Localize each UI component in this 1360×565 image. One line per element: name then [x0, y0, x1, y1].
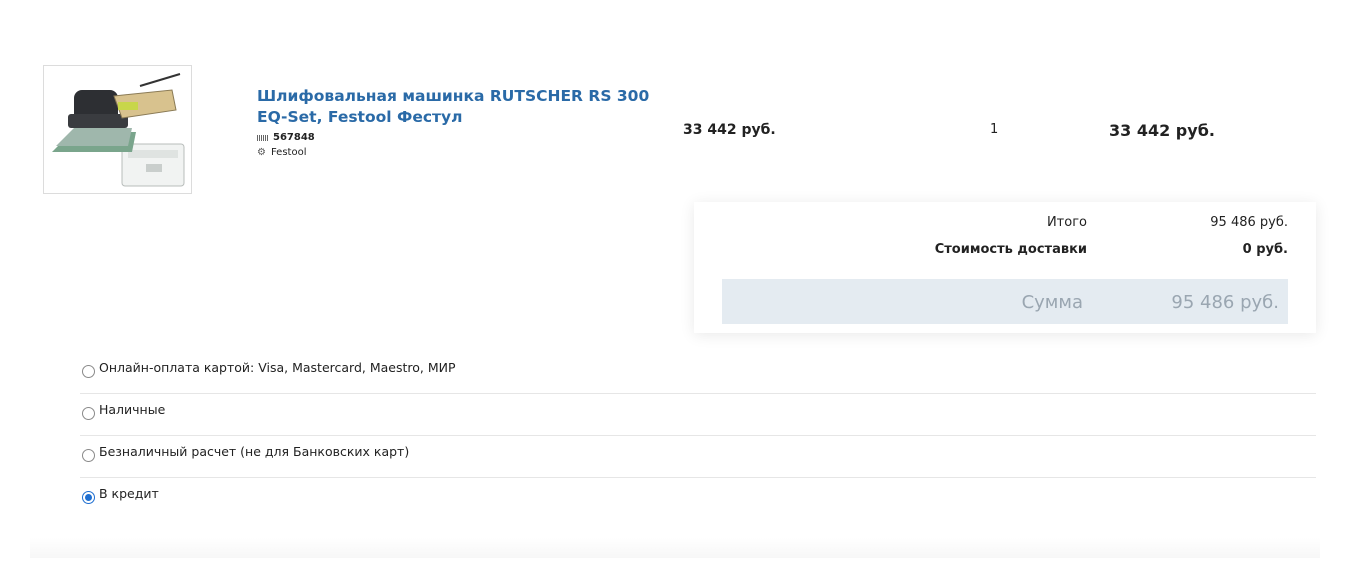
delivery-label: Стоимость доставки: [934, 242, 1087, 257]
subtotal-value: 95 486 руб.: [1210, 215, 1288, 230]
radio-card[interactable]: [82, 365, 95, 378]
payment-methods: Онлайн-оплата картой: Visa, Mastercard, …: [80, 352, 1316, 520]
radio-cash[interactable]: [82, 407, 95, 420]
sum-label: Сумма: [1021, 292, 1083, 313]
subtotal-label: Итого: [1046, 215, 1087, 230]
sum-bar: Сумма 95 486 руб.: [722, 279, 1288, 324]
payment-option-card[interactable]: Онлайн-оплата картой: Visa, Mastercard, …: [80, 352, 1316, 394]
cart-item-row: Шлифовальная машинка RUTSCHER RS 300 EQ-…: [0, 0, 1360, 200]
line-total: 33 442 руб.: [1109, 121, 1215, 140]
payment-option-cash[interactable]: Наличные: [80, 394, 1316, 436]
payment-option-label: Наличные: [99, 402, 166, 417]
brand-line: ⚙ Festool: [257, 147, 677, 158]
section-divider-shadow: [30, 538, 1320, 558]
payment-option-label: Онлайн-оплата картой: Visa, Mastercard, …: [99, 360, 456, 375]
product-image[interactable]: [43, 65, 192, 194]
unit-price: 33 442 руб.: [683, 122, 776, 138]
product-title-link[interactable]: Шлифовальная машинка RUTSCHER RS 300 EQ-…: [257, 86, 677, 128]
payment-option-transfer[interactable]: Безналичный расчет (не для Банковских ка…: [80, 436, 1316, 478]
order-totals-panel: Итого 95 486 руб. Стоимость доставки 0 р…: [694, 202, 1316, 333]
barcode-icon: [257, 134, 268, 141]
delivery-value: 0 руб.: [1242, 242, 1288, 257]
payment-option-label: Безналичный расчет (не для Банковских ка…: [99, 444, 410, 459]
product-sku: 567848: [273, 132, 315, 143]
radio-credit[interactable]: [82, 491, 95, 504]
payment-option-credit[interactable]: В кредит: [80, 478, 1316, 520]
quantity-value[interactable]: 1: [990, 122, 998, 137]
product-brand: Festool: [270, 147, 307, 158]
sum-value: 95 486 руб.: [1171, 292, 1279, 313]
product-info: Шлифовальная машинка RUTSCHER RS 300 EQ-…: [257, 86, 677, 158]
radio-transfer[interactable]: [82, 449, 95, 462]
payment-option-label: В кредит: [99, 486, 159, 501]
sku-line: 567848: [257, 132, 677, 143]
gears-icon: ⚙: [257, 146, 266, 158]
